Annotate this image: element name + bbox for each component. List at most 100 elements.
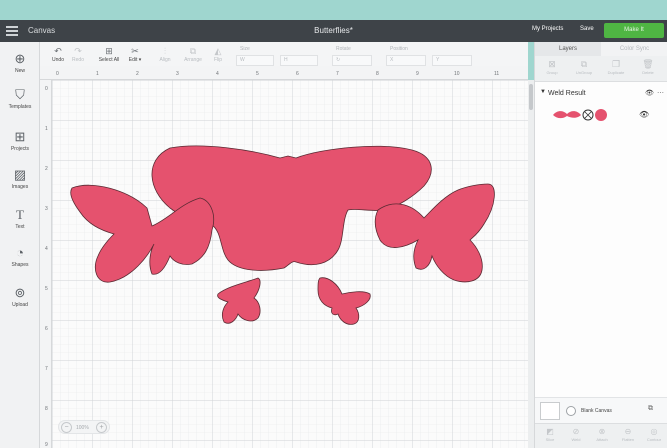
width-field[interactable]: W bbox=[236, 55, 274, 66]
arrange-icon: ⧉ bbox=[189, 46, 197, 56]
ruler-top-label: 0 bbox=[56, 71, 59, 77]
zoom-out-button[interactable]: − bbox=[61, 422, 72, 433]
attach-button[interactable]: ⊗ Attach bbox=[589, 427, 615, 442]
eye-icon[interactable]: 👁 bbox=[645, 89, 654, 97]
layer-thumbnail-icon bbox=[553, 109, 607, 121]
eye-icon[interactable]: 👁 bbox=[639, 110, 649, 119]
delete-label: Delete bbox=[642, 70, 654, 75]
canvas-color-swatch[interactable] bbox=[540, 402, 560, 420]
make-it-button[interactable]: Make It bbox=[604, 23, 664, 38]
attach-label: Attach bbox=[596, 437, 608, 442]
more-icon[interactable]: ⋯ bbox=[657, 89, 664, 97]
contour-button[interactable]: ◎ Contour bbox=[641, 427, 667, 442]
layer-list: ▼ Weld Result 👁 ⋯ 👁 bbox=[535, 82, 667, 402]
slice-label: Slice bbox=[545, 437, 555, 442]
edit-button[interactable]: ✂ Edit ▾ bbox=[124, 46, 146, 63]
save-button[interactable]: Save bbox=[580, 26, 594, 32]
position-x-field[interactable]: X bbox=[386, 55, 426, 66]
contour-label: Contour bbox=[646, 437, 662, 442]
zoom-value: 100% bbox=[76, 425, 89, 431]
sidebar-item-label: New bbox=[14, 68, 25, 74]
caret-down-icon[interactable]: ▼ bbox=[540, 89, 546, 95]
align-button[interactable]: ⫶ Align bbox=[154, 46, 176, 63]
canvas-grid[interactable] bbox=[52, 80, 528, 448]
sidebar-item-templates[interactable]: ⛉ Templates bbox=[0, 88, 40, 111]
zoom-in-button[interactable]: + bbox=[96, 422, 107, 433]
plus-circle-icon: ⊕ bbox=[14, 51, 26, 66]
sidebar-item-shapes[interactable]: ◔ Shapes bbox=[0, 245, 40, 269]
ruler-left-label: 7 bbox=[45, 366, 48, 372]
height-field-prefix: H bbox=[284, 57, 288, 63]
ruler-left-label: 2 bbox=[45, 166, 48, 172]
select-all-icon: ⊞ bbox=[105, 46, 113, 56]
layers-panel: Layers Color Sync ⊠ Group ⧉ UnGroup ❐ Du… bbox=[534, 42, 667, 448]
position-y-field[interactable]: Y bbox=[432, 55, 472, 66]
redo-button[interactable]: ↷ Redo bbox=[68, 46, 88, 63]
sidebar-item-projects[interactable]: ⊞ Projects bbox=[0, 129, 40, 153]
ruler-top-label: 3 bbox=[176, 71, 179, 77]
document-title: Butterflies* bbox=[314, 26, 353, 35]
shapes-icon: ◔ bbox=[16, 245, 24, 260]
my-projects-button[interactable]: My Projects bbox=[532, 26, 563, 32]
ungroup-button[interactable]: ⧉ UnGroup bbox=[569, 59, 599, 75]
slice-button[interactable]: ◩ Slice bbox=[537, 427, 563, 442]
slice-icon: ◩ bbox=[546, 427, 554, 436]
ruler-left-label: 9 bbox=[45, 442, 48, 448]
layer-item[interactable]: 👁 bbox=[535, 104, 667, 128]
flatten-button[interactable]: ⊖ Flatten bbox=[615, 427, 641, 442]
tab-color-sync[interactable]: Color Sync bbox=[601, 42, 667, 56]
group-button[interactable]: ⊠ Group bbox=[537, 59, 567, 75]
rotate-field[interactable]: ↻ bbox=[332, 55, 372, 66]
upload-icon: ⊚ bbox=[14, 285, 26, 300]
duplicate-button[interactable]: ❐ Duplicate bbox=[601, 59, 631, 75]
rotate-label: Rotate bbox=[336, 46, 351, 52]
ruler-top: 0 1 2 3 4 5 6 7 8 9 10 11 bbox=[40, 66, 528, 80]
weld-button[interactable]: ⊘ Weld bbox=[563, 427, 589, 442]
sidebar-item-label: Text bbox=[15, 224, 25, 230]
ruler-top-label: 1 bbox=[96, 71, 99, 77]
sidebar-item-new[interactable]: ⊕ New bbox=[0, 51, 40, 75]
undo-icon: ↶ bbox=[54, 46, 62, 56]
canvas-options-icon[interactable]: ⧉ bbox=[648, 405, 653, 413]
arrange-button[interactable]: ⧉ Arrange bbox=[180, 46, 206, 63]
sidebar-item-label: Projects bbox=[10, 146, 30, 152]
position-y-prefix: Y bbox=[436, 57, 440, 63]
sidebar-item-upload[interactable]: ⊚ Upload bbox=[0, 285, 40, 309]
ruler-left-label: 3 bbox=[45, 206, 48, 212]
ruler-top-label: 8 bbox=[376, 71, 379, 77]
width-field-prefix: W bbox=[240, 57, 245, 63]
redo-label: Redo bbox=[72, 57, 84, 63]
select-all-button[interactable]: ⊞ Select All bbox=[94, 46, 124, 63]
ruler-left-label: 5 bbox=[45, 286, 48, 292]
flip-button[interactable]: ◭ Flip bbox=[208, 46, 228, 63]
ungroup-icon: ⧉ bbox=[580, 59, 588, 69]
top-bar: Canvas Butterflies* My Projects Save Mak… bbox=[0, 20, 667, 42]
blank-canvas-toggle[interactable] bbox=[566, 406, 576, 416]
sidebar-item-text[interactable]: T Text bbox=[0, 208, 40, 231]
select-all-label: Select All bbox=[98, 57, 120, 63]
layers-tabs: Layers Color Sync bbox=[535, 42, 667, 56]
sidebar-item-images[interactable]: ▨ Images bbox=[0, 168, 40, 191]
ungroup-label: UnGroup bbox=[575, 70, 593, 75]
arrange-label: Arrange bbox=[184, 57, 202, 63]
sidebar-item-label: Upload bbox=[12, 302, 28, 308]
height-field[interactable]: H bbox=[280, 55, 318, 66]
left-sidebar: ⊕ New ⛉ Templates ⊞ Projects ▨ Images T … bbox=[0, 42, 40, 448]
align-label: Align bbox=[159, 57, 171, 63]
flip-label: Flip bbox=[213, 57, 223, 63]
blank-canvas-row[interactable]: Blank Canvas ⧉ bbox=[535, 397, 667, 423]
redo-icon: ↷ bbox=[74, 46, 82, 56]
projects-icon: ⊞ bbox=[14, 129, 26, 144]
position-label: Position bbox=[390, 46, 408, 52]
undo-button[interactable]: ↶ Undo bbox=[48, 46, 68, 63]
scrollbar-thumb[interactable] bbox=[529, 84, 533, 110]
delete-button[interactable]: 🗑 Delete bbox=[633, 59, 663, 75]
layer-group-row[interactable]: ▼ Weld Result 👁 ⋯ bbox=[535, 88, 667, 100]
group-icon: ⊠ bbox=[548, 59, 556, 69]
ruler-left-label: 6 bbox=[45, 326, 48, 332]
tab-layers[interactable]: Layers bbox=[535, 42, 601, 56]
flatten-label: Flatten bbox=[621, 437, 635, 442]
duplicate-label: Duplicate bbox=[607, 70, 625, 75]
rotate-icon: ↻ bbox=[336, 57, 341, 63]
ruler-left-label: 8 bbox=[45, 406, 48, 412]
